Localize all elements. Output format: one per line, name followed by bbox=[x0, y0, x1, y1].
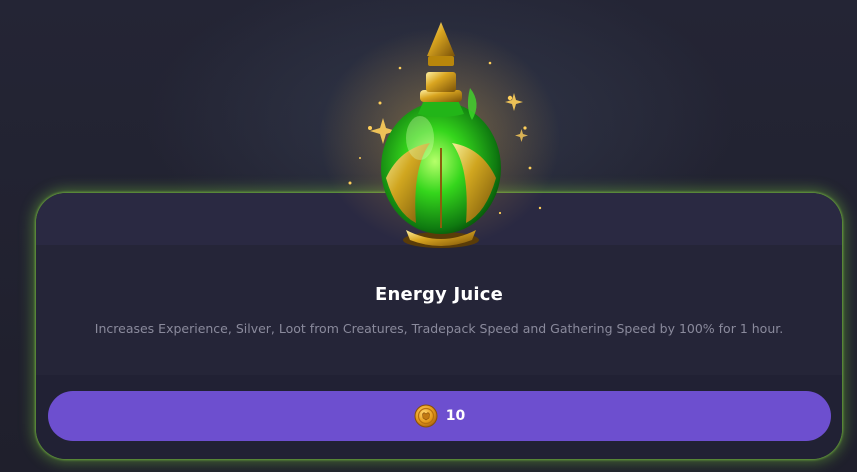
item-shop-panel: Energy Juice Increases Experience, Silve… bbox=[0, 0, 857, 472]
green-potion-icon bbox=[300, 8, 560, 258]
item-description: Increases Experience, Silver, Loot from … bbox=[94, 321, 784, 336]
item-title: Energy Juice bbox=[374, 284, 504, 305]
price-value: 10 bbox=[445, 408, 466, 424]
buy-button[interactable]: 10 bbox=[48, 391, 831, 441]
gold-coin-icon bbox=[414, 404, 438, 428]
